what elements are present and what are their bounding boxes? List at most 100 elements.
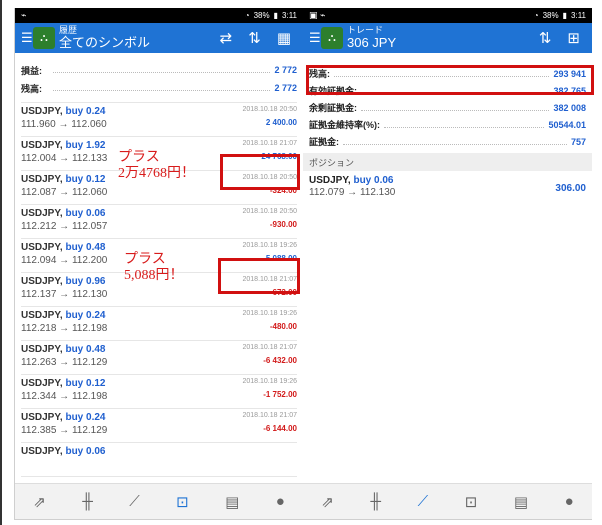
deal-symbol: USDJPY, [21,446,63,457]
deal-prices: 112.004 → 112.133 [21,153,108,164]
positions-section-header: ポジション [303,153,592,171]
deal-side: buy 0.48 [65,344,106,355]
bottom-navigation: ⇗ ╫ ⟋ ⊡ ▤ ● [303,483,592,519]
history-icon[interactable]: ⊡ [465,493,478,511]
battery-level: 38% [542,11,559,20]
summary-label: 証拠金維持率(%): [309,120,380,130]
deal-time: 2018.10.18 19:26 [242,242,298,249]
deal-row[interactable]: USDJPY, buy 0.24 111.960 → 112.060 2018.10… [21,103,297,137]
chart-icon[interactable]: ╫ [82,493,93,510]
position-side: buy 0.06 [353,175,394,186]
deal-time: 2018.10.18 21:07 [242,412,298,419]
deal-profit: 2 400.00 [265,118,297,127]
deal-profit: -6 432.00 [263,356,297,365]
summary-row-balance: 残高: 2 772 [21,83,297,94]
history-icon[interactable]: ⊡ [176,493,189,511]
deal-time: 2018.10.18 19:26 [242,378,298,385]
deal-prices: 112.087 → 112.060 [21,187,108,198]
summary-label: 余剰証拠金: [309,103,357,113]
deal-side: buy 0.12 [65,174,106,185]
summary-value: 382 008 [553,102,586,113]
menu-icon[interactable]: ☰ [21,30,33,46]
battery-level: 38% [253,11,270,20]
signal-icon: ▣ ⌁ [309,10,326,20]
deal-profit: -6 144.00 [263,424,297,433]
summary-value: 50544.01 [548,119,586,130]
wifi-icon: ◔ [533,11,539,20]
deal-symbol: USDJPY, [21,344,63,355]
trade-icon[interactable]: ⟋ [418,493,429,510]
deal-symbol: USDJPY, [21,412,63,423]
deal-symbol: USDJPY, [21,208,63,219]
deal-row[interactable]: USDJPY, buy 0.24 112.218 → 112.198 2018.10… [21,307,297,341]
menu-icon[interactable]: ☰ [309,30,321,46]
highlight-box-profit-1 [220,154,300,190]
chat-icon[interactable]: ● [565,493,574,510]
sort-icon[interactable]: ⇅ [539,29,552,47]
deal-profit: -480.00 [269,322,297,331]
header-titles: 履歴 全てのシンボル [59,25,220,50]
deal-prices: 112.094 → 112.200 [21,255,108,266]
calendar-icon[interactable]: ▦ [277,29,291,47]
deal-symbol: USDJPY, [21,378,63,389]
deal-prices: 112.218 → 112.198 [21,323,108,334]
position-row[interactable]: USDJPY, buy 0.06 112.079 → 112.130 306.0… [303,171,592,202]
summary-row-profit: 損益: 2 772 [21,65,297,76]
new-order-icon[interactable]: ⊞ [567,29,580,47]
header-titles: トレード 306 JPY [347,25,539,50]
highlight-box-profit-2 [218,258,300,294]
sort-icon[interactable]: ⇅ [248,29,261,47]
deal-symbol: USDJPY, [21,140,63,151]
deal-time: 2018.10.18 19:26 [242,310,298,317]
deal-row[interactable]: USDJPY, buy 0.48 112.263 → 112.129 2018.10… [21,341,297,375]
header-title[interactable]: 全てのシンボル [59,36,220,50]
clock: 3:11 [571,11,586,20]
deal-row[interactable]: USDJPY, buy 0.06 112.212 → 112.057 2018.10… [21,205,297,239]
battery-icon: ▮ [273,11,279,20]
page-edge-line [0,0,2,525]
bottom-navigation: ⇗ ╫ ⟋ ⊡ ▤ ● [15,483,303,519]
deal-prices: 111.960 → 112.060 [21,119,107,130]
summary-value: 757 [570,136,586,147]
chat-icon[interactable]: ● [276,493,285,510]
deal-prices: 112.263 → 112.129 [21,357,108,368]
quotes-icon[interactable]: ⇗ [33,493,46,511]
battery-icon: ▮ [562,11,568,20]
deal-row[interactable]: USDJPY, buy 0.06 [21,443,297,477]
deal-symbol: USDJPY, [21,174,63,185]
header-subtitle: トレード [347,25,384,36]
deal-time: 2018.10.18 21:07 [242,140,298,147]
status-bar: ⌁ ◔ 38% ▮ 3:11 [15,8,303,23]
deal-side: buy 0.06 [65,208,106,219]
position-profit: 306.00 [555,183,586,194]
trade-icon[interactable]: ⟋ [129,493,140,510]
summary-row: 証拠金維持率(%): 50544.01 [303,116,592,133]
chart-icon[interactable]: ╫ [370,493,381,510]
app-logo-icon: ⛬ [33,27,55,49]
deal-time: 2018.10.18 20:50 [242,106,298,113]
symbol-filter-icon[interactable]: ⇄ [220,29,233,47]
deal-side: buy 0.12 [65,378,106,389]
position-symbol: USDJPY, [309,175,351,186]
deal-prices: 112.385 → 112.129 [21,425,108,436]
deal-side: buy 0.24 [65,106,106,117]
app-logo-icon: ⛬ [321,27,343,49]
deal-side: buy 0.06 [65,446,106,457]
deal-row[interactable]: USDJPY, buy 0.12 112.344 → 112.198 2018.10… [21,375,297,409]
deal-profit: -930.00 [269,220,297,229]
annotation-profit-2: プラス 5,088円！ [124,252,184,284]
deal-symbol: USDJPY, [21,310,63,321]
news-icon[interactable]: ▤ [225,493,239,511]
deal-prices: 112.212 → 112.057 [21,221,108,232]
deal-symbol: USDJPY, [21,106,63,117]
header-title: 306 JPY [347,34,397,50]
header-subtitle: 履歴 [59,25,78,36]
signal-icon: ⌁ [21,10,27,20]
deal-side: buy 0.96 [65,276,106,287]
deal-row[interactable]: USDJPY, buy 0.24 112.385 → 112.129 2018.10… [21,409,297,443]
deal-side: buy 0.48 [65,242,106,253]
quotes-icon[interactable]: ⇗ [321,493,334,511]
highlight-box-balance [306,65,594,95]
news-icon[interactable]: ▤ [514,493,528,511]
summary-label: 証拠金: [309,137,339,147]
